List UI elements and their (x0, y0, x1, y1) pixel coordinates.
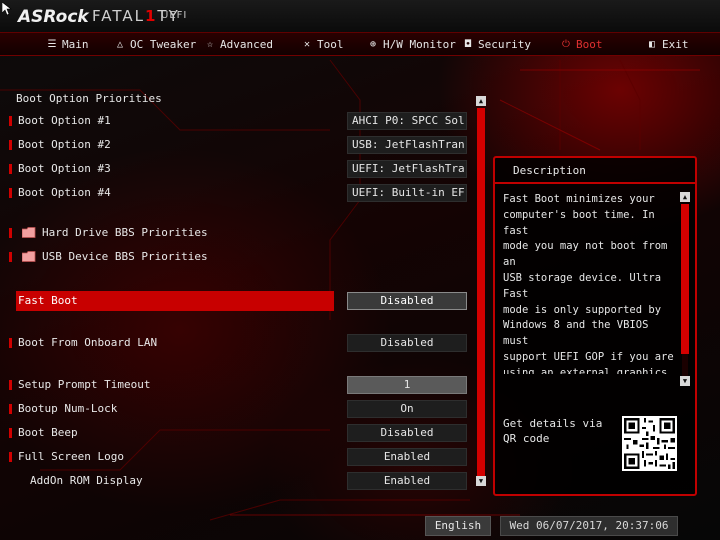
description-scrollbar[interactable]: ▲ ▼ (680, 192, 690, 388)
monitor-icon: ⊕ (369, 38, 377, 50)
description-panel: Description Fast Boot minimizes your com… (493, 156, 697, 496)
uefi-label: UEFI (161, 10, 188, 21)
language-button[interactable]: English (425, 516, 491, 536)
addon-rom-display-row[interactable]: AddOn ROM Display Enabled (0, 472, 470, 490)
fast-boot-label: Fast Boot (18, 294, 78, 307)
description-text: Fast Boot minimizes your computer's boot… (503, 193, 674, 374)
setting-label: Boot Beep (18, 426, 78, 439)
divider (495, 182, 695, 184)
wrench-icon: ✕ (303, 38, 311, 50)
status-bar: English Wed 06/07/2017, 20:37:06 (0, 512, 720, 540)
boot-option-4-row[interactable]: Boot Option #4 UEFI: Built-in EF... (0, 184, 470, 202)
bootup-num-lock-value[interactable]: On (347, 400, 467, 418)
boot-option-2-row[interactable]: Boot Option #2 USB: JetFlashTran... (0, 136, 470, 154)
tab-oc-tweaker[interactable]: △ OC Tweaker (114, 33, 196, 55)
usb-device-bbs-priorities-item[interactable]: USB Device BBS Priorities (0, 248, 470, 266)
settings-scrollbar[interactable]: ▲ ▼ (476, 96, 486, 488)
section-title: Boot Option Priorities (16, 92, 162, 105)
boot-beep-row[interactable]: Boot Beep Disabled (0, 424, 470, 442)
fast-boot-value[interactable]: Disabled (347, 292, 467, 310)
folder-icon (22, 227, 36, 238)
boot-option-1-value[interactable]: AHCI P0: SPCC Sol... (347, 112, 467, 130)
setting-label: Bootup Num-Lock (18, 402, 118, 415)
fast-boot-row[interactable]: Fast Boot Disabled (0, 291, 470, 311)
boot-option-label: Boot Option #1 (18, 114, 111, 127)
boot-option-4-value[interactable]: UEFI: Built-in EF... (347, 184, 467, 202)
qr-code-icon (622, 416, 677, 471)
tab-boot[interactable]: ⏻ Boot (560, 33, 602, 55)
row-marker (9, 252, 12, 262)
folder-label: Hard Drive BBS Priorities (42, 226, 208, 239)
boot-option-2-value[interactable]: USB: JetFlashTran... (347, 136, 467, 154)
description-title: Description (513, 164, 586, 177)
bootup-num-lock-row[interactable]: Bootup Num-Lock On (0, 400, 470, 418)
mouse-cursor-icon (2, 2, 12, 16)
row-marker (9, 428, 12, 438)
flame-icon: △ (116, 38, 124, 50)
boot-option-label: Boot Option #3 (18, 162, 111, 175)
tab-advanced[interactable]: ☆ Advanced (204, 33, 273, 55)
tab-tool[interactable]: ✕ Tool (301, 33, 344, 55)
scroll-thumb[interactable] (681, 204, 689, 354)
row-marker (9, 164, 12, 174)
boot-beep-value[interactable]: Disabled (347, 424, 467, 442)
boot-option-label: Boot Option #4 (18, 186, 111, 199)
setup-prompt-timeout-input[interactable]: 1 (347, 376, 467, 394)
row-marker (9, 140, 12, 150)
row-marker (9, 338, 12, 348)
exit-door-icon: ◧ (648, 38, 656, 50)
boot-from-onboard-lan-row[interactable]: Boot From Onboard LAN Disabled (0, 334, 470, 352)
scroll-up-arrow-icon[interactable]: ▲ (680, 192, 690, 202)
row-marker (9, 452, 12, 462)
tab-security[interactable]: ◘ Security (462, 33, 531, 55)
row-marker (9, 188, 12, 198)
power-icon: ⏻ (562, 38, 570, 50)
boot-option-label: Boot Option #2 (18, 138, 111, 151)
full-screen-logo-row[interactable]: Full Screen Logo Enabled (0, 448, 470, 466)
onboard-lan-value[interactable]: Disabled (347, 334, 467, 352)
boot-option-3-value[interactable]: UEFI: JetFlashTra... (347, 160, 467, 178)
folder-label: USB Device BBS Priorities (42, 250, 208, 263)
boot-settings-panel: Boot Option Priorities Boot Option #1 AH… (0, 60, 490, 500)
main-nav: ☰ Main △ OC Tweaker ☆ Advanced ✕ Tool ⊕ … (0, 32, 720, 56)
title-bar: ASRock FATAL1TY UEFI (0, 0, 720, 34)
scroll-up-arrow-icon[interactable]: ▲ (476, 96, 486, 106)
row-marker (9, 228, 12, 238)
full-screen-logo-value[interactable]: Enabled (347, 448, 467, 466)
setting-label: AddOn ROM Display (30, 474, 143, 487)
setting-label: Full Screen Logo (18, 450, 124, 463)
scroll-thumb[interactable] (477, 108, 485, 476)
addon-rom-display-value[interactable]: Enabled (347, 472, 467, 490)
boot-option-3-row[interactable]: Boot Option #3 UEFI: JetFlashTra... (0, 160, 470, 178)
setup-prompt-timeout-row[interactable]: Setup Prompt Timeout 1 (0, 376, 470, 394)
scroll-down-arrow-icon[interactable]: ▼ (476, 476, 486, 486)
row-marker (9, 380, 12, 390)
folder-icon (22, 251, 36, 262)
datetime-display: Wed 06/07/2017, 20:37:06 (500, 516, 678, 536)
scroll-down-arrow-icon[interactable]: ▼ (680, 376, 690, 386)
brand-logo: ASRock (18, 7, 89, 27)
row-marker (9, 116, 12, 126)
list-icon: ☰ (47, 38, 57, 50)
tab-main[interactable]: ☰ Main (46, 33, 89, 55)
tab-hw-monitor[interactable]: ⊕ H/W Monitor (367, 33, 456, 55)
hard-drive-bbs-priorities-item[interactable]: Hard Drive BBS Priorities (0, 224, 470, 242)
shield-icon: ◘ (464, 38, 472, 50)
onboard-lan-label: Boot From Onboard LAN (18, 336, 158, 349)
row-marker (9, 404, 12, 414)
setting-label: Setup Prompt Timeout (18, 378, 151, 391)
qr-details-label: Get details via QR code (503, 417, 603, 445)
star-icon: ☆ (206, 38, 214, 50)
tab-exit[interactable]: ◧ Exit (646, 33, 689, 55)
boot-option-1-row[interactable]: Boot Option #1 AHCI P0: SPCC Sol... (0, 112, 470, 130)
